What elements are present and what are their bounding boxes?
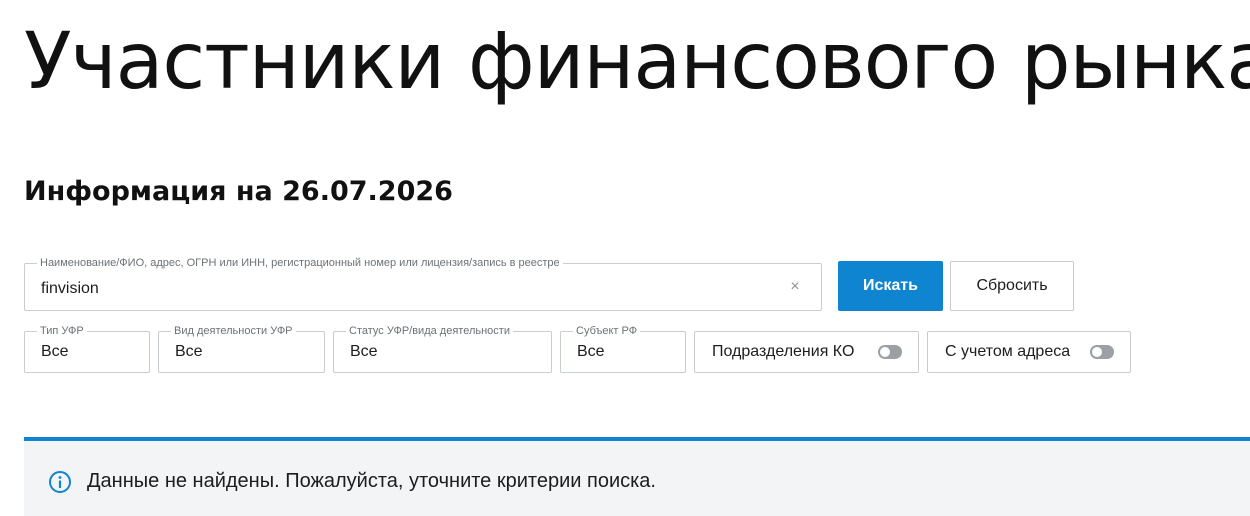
clear-icon[interactable]: × bbox=[787, 279, 803, 295]
filter-label: Тип УФР bbox=[37, 324, 87, 338]
no-results-notice: Данные не найдены. Пожалуйста, уточните … bbox=[24, 437, 1250, 516]
toggle-ko-divisions[interactable]: Подразделения КО bbox=[694, 331, 919, 373]
filter-value: Все bbox=[350, 343, 378, 360]
search-field-label: Наименование/ФИО, адрес, ОГРН или ИНН, р… bbox=[37, 256, 563, 270]
filter-activity-type[interactable]: Вид деятельности УФР Все bbox=[158, 324, 325, 373]
info-icon bbox=[49, 471, 71, 493]
toggle-label: С учетом адреса bbox=[945, 343, 1071, 360]
toggle-label: Подразделения КО bbox=[712, 343, 855, 360]
filter-status[interactable]: Статус УФР/вида деятельности Все bbox=[333, 324, 552, 373]
search-input[interactable] bbox=[41, 278, 781, 300]
notice-text: Данные не найдены. Пожалуйста, уточните … bbox=[87, 470, 656, 492]
filter-ufr-type[interactable]: Тип УФР Все bbox=[24, 324, 150, 373]
page-title: Участники финансового рынка bbox=[24, 17, 1250, 107]
filter-region[interactable]: Субъект РФ Все bbox=[560, 324, 686, 373]
filter-label: Вид деятельности УФР bbox=[171, 324, 296, 338]
search-field[interactable]: Наименование/ФИО, адрес, ОГРН или ИНН, р… bbox=[24, 256, 822, 311]
search-button[interactable]: Искать bbox=[838, 261, 943, 311]
info-date-heading: Информация на 26.07.2026 bbox=[24, 176, 453, 207]
filter-value: Все bbox=[577, 343, 605, 360]
toggle-switch[interactable] bbox=[1090, 345, 1114, 359]
filter-value: Все bbox=[41, 343, 69, 360]
toggle-knob bbox=[1092, 347, 1102, 357]
toggle-switch[interactable] bbox=[878, 345, 902, 359]
filter-value: Все bbox=[175, 343, 203, 360]
reset-button[interactable]: Сбросить bbox=[950, 261, 1074, 311]
filter-label: Субъект РФ bbox=[573, 324, 641, 338]
toggle-with-address[interactable]: С учетом адреса bbox=[927, 331, 1131, 373]
filter-label: Статус УФР/вида деятельности bbox=[346, 324, 513, 338]
toggle-knob bbox=[880, 347, 890, 357]
